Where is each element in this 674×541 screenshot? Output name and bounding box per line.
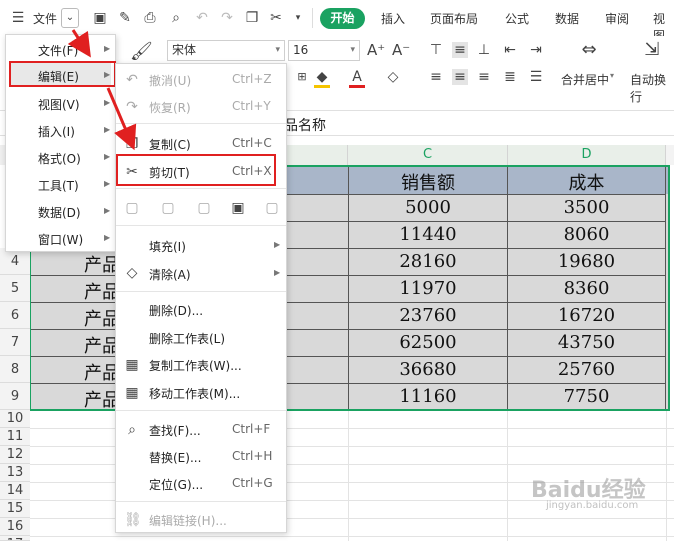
annotation-arrows: [67, 29, 137, 151]
watermark-url: jingyan.baidu.com: [546, 500, 639, 511]
